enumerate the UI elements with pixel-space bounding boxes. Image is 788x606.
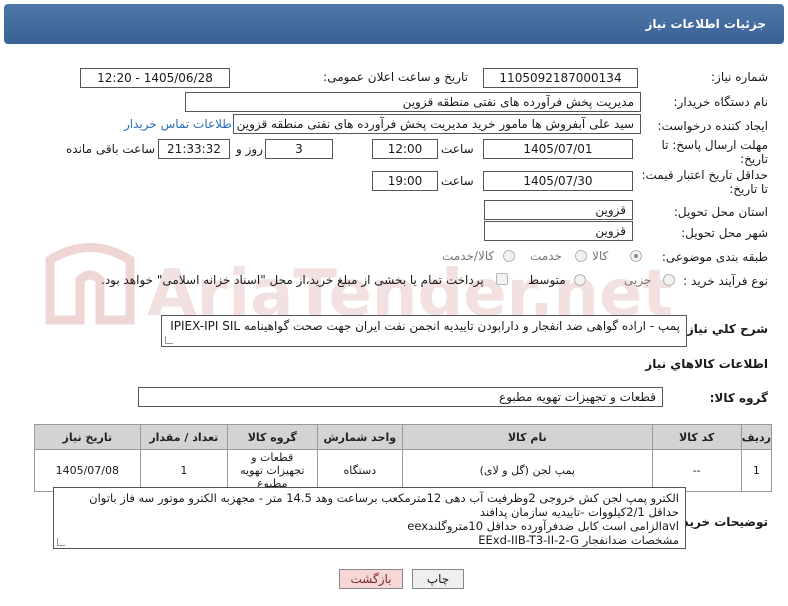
cell-qty: 1 bbox=[139, 449, 229, 492]
page-header: جزئیات اطلاعات نیاز bbox=[4, 4, 784, 44]
description-text: پمپ - اراده گواهی ضد انفجار و دارابودن ت… bbox=[170, 319, 680, 333]
remaining-label: ساعت باقی مانده bbox=[66, 142, 156, 156]
buyer-notes-textarea[interactable]: الکترو پمپ لجن کش خروجی 2وظرفیت آب دهی 1… bbox=[53, 487, 686, 549]
category-radio-goods[interactable] bbox=[630, 250, 642, 262]
buyer-notes-line-2: حداقل 2/1کیلووات -تاییدیه سازمان پدافند bbox=[479, 505, 679, 519]
column-header-qty: تعداد / مقدار bbox=[139, 424, 229, 450]
validity-label-line1: حداقل تاریخ اعتبار قیمت: bbox=[641, 168, 768, 182]
resize-handle[interactable] bbox=[57, 538, 65, 546]
buyer-notes-line-3: avlالزامی است کابل ضدفرآورده حداقل 10متر… bbox=[407, 519, 679, 533]
city-label: شهر محل تحویل: bbox=[681, 226, 768, 240]
buyer-notes-line-1: الکترو پمپ لجن کش خروجی 2وظرفیت آب دهی 1… bbox=[89, 491, 679, 505]
validity-time-label: ساعت bbox=[441, 174, 474, 188]
buyer-notes-line-4: مشخصات ضدانفجار EExd-IIB-T3-II-2-G bbox=[478, 533, 679, 547]
print-button[interactable]: چاپ bbox=[412, 569, 464, 589]
buyer-contact-link[interactable]: اطلاعات تماس خریدار bbox=[124, 117, 235, 131]
category-radio-service[interactable] bbox=[575, 250, 587, 262]
buyer-org-field: مدیریت پخش فرآورده های نفتی منطقه قزوین bbox=[185, 92, 641, 112]
cell-group: قطعات و تجهیزات تهویه مطبوع bbox=[227, 449, 318, 492]
category-radio-goods-service[interactable] bbox=[503, 250, 515, 262]
goods-table: رديف کد کالا نام کالا واحد شمارش گروه کا… bbox=[34, 424, 773, 492]
process-radio-medium[interactable] bbox=[574, 274, 586, 286]
province-label: استان محل تحویل: bbox=[673, 205, 768, 219]
deadline-label-line2: تاریخ: bbox=[740, 152, 768, 166]
column-header-name: نام کالا bbox=[402, 424, 653, 450]
column-header-code: کد کالا bbox=[651, 424, 742, 450]
announce-field: 1405/06/28 - 12:20 bbox=[80, 68, 230, 88]
table-row: 1 -- پمپ لجن (گل و لای) دستگاه قطعات و ت… bbox=[34, 449, 773, 492]
cell-name: پمپ لجن (گل و لای) bbox=[402, 449, 653, 492]
remaining-time-field: 21:33:32 bbox=[158, 139, 230, 159]
category-option-goods: کالا bbox=[592, 249, 609, 263]
page-title: جزئیات اطلاعات نیاز bbox=[645, 17, 766, 31]
deadline-date-field: 1405/07/01 bbox=[483, 139, 633, 159]
process-label: نوع فرآیند خرید : bbox=[683, 274, 768, 288]
days-field: 3 bbox=[265, 139, 333, 159]
validity-date-field: 1405/07/30 bbox=[483, 171, 633, 191]
cell-row: 1 bbox=[740, 449, 773, 492]
announce-label: تاریخ و ساعت اعلان عمومی: bbox=[323, 70, 468, 84]
days-label: روز و bbox=[236, 142, 263, 156]
category-option-service: خدمت bbox=[530, 249, 562, 263]
category-option-goods-service: کالا/خدمت bbox=[442, 249, 495, 263]
goods-group-label: گروه کالا: bbox=[709, 391, 768, 405]
resize-handle[interactable] bbox=[165, 336, 173, 344]
back-button[interactable]: بازگشت bbox=[339, 569, 403, 589]
goods-group-field: قطعات و تجهیزات تهویه مطبوع bbox=[138, 387, 663, 407]
need-number-label: شماره نیاز: bbox=[711, 70, 768, 84]
description-textarea[interactable]: پمپ - اراده گواهی ضد انفجار و دارابودن ت… bbox=[161, 315, 687, 347]
validity-time-field: 19:00 bbox=[372, 171, 438, 191]
cell-unit: دستگاه bbox=[316, 449, 404, 492]
city-field: قزوین bbox=[484, 221, 633, 241]
category-label: طبقه بندی موضوعی: bbox=[661, 250, 768, 264]
process-radio-partial[interactable] bbox=[663, 274, 675, 286]
treasury-checkbox[interactable] bbox=[496, 273, 508, 285]
column-header-group: گروه کالا bbox=[227, 424, 318, 450]
cell-code: -- bbox=[651, 449, 742, 492]
deadline-time-field: 12:00 bbox=[372, 139, 438, 159]
treasury-note: پرداخت تمام یا بخشی از مبلغ خرید،از محل … bbox=[101, 273, 484, 287]
column-header-date: تاریخ نیاز bbox=[34, 424, 141, 450]
deadline-time-label: ساعت bbox=[441, 142, 474, 156]
column-header-unit: واحد شمارش bbox=[316, 424, 404, 450]
process-option-partial: جزیی bbox=[624, 273, 652, 287]
validity-label-line2: تا تاریخ: bbox=[729, 182, 768, 196]
cell-date: 1405/07/08 bbox=[34, 449, 141, 492]
deadline-label-line1: مهلت ارسال پاسخ: تا bbox=[661, 138, 768, 152]
creator-label: ایجاد کننده درخواست: bbox=[657, 119, 768, 133]
creator-field: سید علی آبفروش ها مامور خرید مدیریت پخش … bbox=[233, 114, 641, 134]
buyer-org-label: نام دستگاه خریدار: bbox=[673, 95, 769, 109]
province-field: قزوین bbox=[484, 200, 633, 220]
need-number-field: 1105092187000134 bbox=[483, 68, 638, 88]
description-label: شرح کلي نياز: bbox=[682, 322, 768, 336]
goods-section-title: اطلاعات کالاهاي نياز bbox=[645, 357, 768, 371]
column-header-row: رديف bbox=[740, 424, 773, 450]
process-option-medium: متوسط bbox=[528, 273, 566, 287]
